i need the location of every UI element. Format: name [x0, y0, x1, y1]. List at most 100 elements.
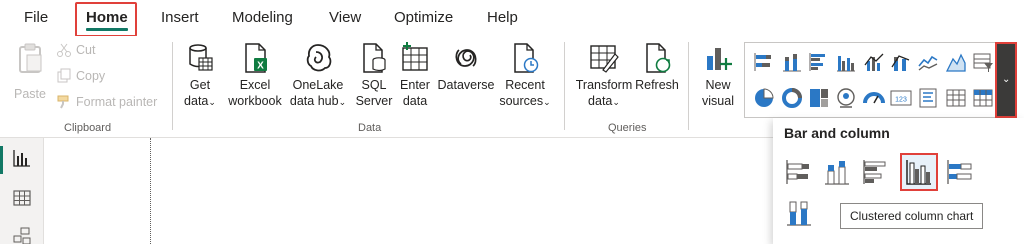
chevron-down-icon: ⌄ — [208, 97, 216, 107]
svg-text:X: X — [257, 61, 264, 72]
menu-bar: File Home Insert Modeling View Optimize … — [0, 0, 1024, 37]
new-visual-button[interactable]: New visual — [696, 42, 740, 109]
cut-icon — [57, 43, 71, 57]
100-percent-stacked-bar-chart-icon[interactable] — [945, 157, 975, 187]
transform-label-2: data — [588, 94, 613, 108]
treemap-icon[interactable] — [808, 87, 830, 109]
line-clustered-column-chart-icon[interactable] — [863, 51, 885, 73]
stacked-bar-chart-icon[interactable] — [753, 51, 775, 73]
enter-data-icon — [402, 42, 428, 71]
cut-button[interactable]: Cut — [56, 42, 95, 58]
onelake-label-2: data hub — [289, 94, 339, 108]
format-painter-label: Format painter — [76, 95, 158, 109]
sql-server-button[interactable]: SQL Server — [352, 42, 396, 109]
donut-chart-icon[interactable] — [781, 87, 803, 109]
get-data-label-1: Get — [189, 78, 211, 92]
group-separator — [564, 42, 565, 130]
visual-gallery: 123 — [744, 42, 996, 118]
pie-chart-icon[interactable] — [753, 87, 775, 109]
tab-file[interactable]: File — [24, 9, 48, 26]
new-visual-label-2: visual — [702, 94, 734, 108]
chevron-down-icon: ⌄ — [338, 97, 347, 107]
area-chart-icon[interactable] — [945, 51, 967, 73]
stacked-column-chart-icon[interactable] — [781, 51, 803, 73]
table-view-icon[interactable] — [12, 188, 32, 208]
paste-button[interactable]: Paste — [10, 42, 50, 102]
paste-label: Paste — [14, 87, 46, 101]
matrix-icon[interactable] — [972, 87, 994, 109]
tab-help[interactable]: Help — [487, 9, 518, 26]
gallery-expand-button[interactable]: ⌄ — [995, 42, 1017, 118]
transform-data-icon — [590, 45, 619, 73]
dataverse-button[interactable]: Dataverse — [436, 42, 496, 93]
paste-icon — [19, 43, 42, 73]
copy-icon — [57, 68, 71, 83]
gauge-icon[interactable] — [863, 87, 885, 109]
onelake-data-hub-button[interactable]: OneLake data hub⌄ — [287, 42, 349, 110]
clustered-column-chart-icon[interactable] — [835, 51, 857, 73]
map-icon[interactable] — [835, 87, 857, 109]
queries-group-label: Queries — [608, 122, 647, 134]
flyout-title: Bar and column — [784, 125, 890, 141]
excel-label-1: Excel — [239, 78, 271, 92]
excel-workbook-button[interactable]: X Excel workbook — [226, 42, 284, 109]
rail-active-indicator — [0, 146, 3, 174]
left-rail — [0, 138, 44, 244]
onelake-label-1: OneLake — [292, 78, 344, 92]
report-view-icon[interactable] — [12, 148, 32, 168]
recent-label-1: Recent — [505, 78, 545, 92]
svg-text:123: 123 — [895, 97, 907, 104]
excel-label-2: workbook — [228, 94, 282, 108]
cut-label: Cut — [76, 43, 96, 57]
refresh-icon — [646, 43, 671, 73]
recent-sources-icon — [514, 43, 539, 73]
chevron-down-icon: ⌄ — [612, 97, 620, 107]
tab-optimize[interactable]: Optimize — [394, 9, 453, 26]
transform-data-button[interactable]: Transform data⌄ — [574, 42, 634, 110]
sql-server-icon — [363, 43, 386, 73]
database-icon — [189, 44, 213, 71]
copy-label: Copy — [76, 69, 106, 83]
get-data-button[interactable]: Get data⌄ — [178, 42, 222, 110]
funnel-table-icon[interactable] — [972, 51, 994, 73]
clipboard-group-label: Clipboard — [64, 122, 112, 134]
model-view-icon[interactable] — [12, 226, 32, 244]
refresh-label: Refresh — [635, 78, 679, 92]
enter-data-label-1: Enter — [400, 78, 430, 92]
enter-data-button[interactable]: Enter data — [396, 42, 434, 109]
tab-modeling[interactable]: Modeling — [232, 9, 293, 26]
clustered-column-chart-icon[interactable] — [904, 157, 934, 187]
group-separator — [688, 42, 689, 130]
stacked-bar-chart-icon[interactable] — [784, 157, 814, 187]
tab-view[interactable]: View — [329, 9, 361, 26]
excel-icon: X — [245, 43, 267, 73]
onelake-icon — [306, 44, 332, 72]
copy-button[interactable]: Copy — [56, 68, 105, 84]
multi-row-card-icon[interactable] — [917, 87, 939, 109]
refresh-button[interactable]: Refresh — [635, 42, 679, 93]
get-data-label-2: data — [184, 94, 209, 108]
canvas-boundary — [150, 138, 151, 244]
group-separator — [172, 42, 173, 130]
line-chart-icon[interactable] — [917, 51, 939, 73]
100-percent-stacked-column-chart-icon[interactable] — [784, 198, 814, 228]
stacked-column-chart-icon[interactable] — [822, 157, 852, 187]
tooltip: Clustered column chart — [840, 203, 984, 229]
format-painter-icon — [57, 95, 69, 109]
new-visual-label-1: New — [705, 78, 731, 92]
clustered-bar-chart-icon[interactable] — [808, 51, 830, 73]
transform-label-1: Transform — [575, 78, 633, 92]
line-stacked-column-chart-icon[interactable] — [890, 51, 912, 73]
card-icon[interactable]: 123 — [890, 87, 912, 109]
enter-data-label-2: data — [402, 94, 428, 108]
home-tab-highlight — [75, 2, 137, 37]
tab-insert[interactable]: Insert — [161, 9, 199, 26]
table-icon[interactable] — [945, 87, 967, 109]
dataverse-icon — [455, 49, 477, 67]
dataverse-label: Dataverse — [437, 78, 495, 92]
clustered-bar-chart-icon[interactable] — [861, 157, 891, 187]
chevron-down-icon: ⌄ — [1002, 74, 1011, 85]
sql-label-1: SQL — [361, 78, 387, 92]
recent-sources-button[interactable]: Recent sources⌄ — [496, 42, 554, 110]
format-painter-button[interactable]: Format painter — [56, 94, 157, 110]
